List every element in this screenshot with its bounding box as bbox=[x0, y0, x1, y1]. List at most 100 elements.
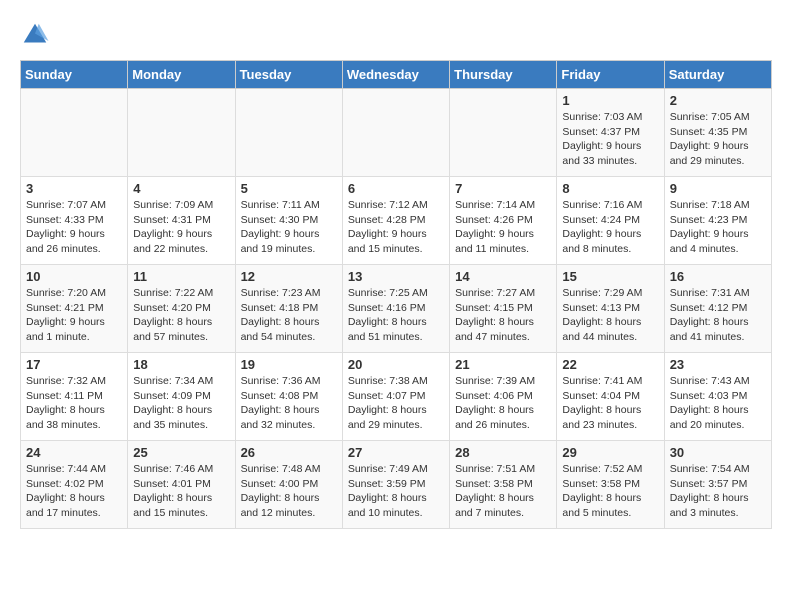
day-number: 24 bbox=[26, 445, 122, 460]
day-number: 26 bbox=[241, 445, 337, 460]
page-header bbox=[20, 20, 772, 50]
day-number: 1 bbox=[562, 93, 658, 108]
weekday-header: Sunday bbox=[21, 61, 128, 89]
day-info: Sunrise: 7:22 AM Sunset: 4:20 PM Dayligh… bbox=[133, 286, 229, 345]
day-info: Sunrise: 7:48 AM Sunset: 4:00 PM Dayligh… bbox=[241, 462, 337, 521]
calendar-cell: 13 Sunrise: 7:25 AM Sunset: 4:16 PM Dayli… bbox=[342, 265, 449, 353]
day-info: Sunrise: 7:07 AM Sunset: 4:33 PM Dayligh… bbox=[26, 198, 122, 257]
day-info: Sunrise: 7:11 AM Sunset: 4:30 PM Dayligh… bbox=[241, 198, 337, 257]
day-number: 23 bbox=[670, 357, 766, 372]
calendar-cell: 23 Sunrise: 7:43 AM Sunset: 4:03 PM Dayli… bbox=[664, 353, 771, 441]
day-number: 18 bbox=[133, 357, 229, 372]
calendar-cell: 10 Sunrise: 7:20 AM Sunset: 4:21 PM Dayli… bbox=[21, 265, 128, 353]
day-info: Sunrise: 7:44 AM Sunset: 4:02 PM Dayligh… bbox=[26, 462, 122, 521]
day-info: Sunrise: 7:23 AM Sunset: 4:18 PM Dayligh… bbox=[241, 286, 337, 345]
day-number: 22 bbox=[562, 357, 658, 372]
day-info: Sunrise: 7:41 AM Sunset: 4:04 PM Dayligh… bbox=[562, 374, 658, 433]
calendar-cell bbox=[342, 89, 449, 177]
day-number: 16 bbox=[670, 269, 766, 284]
calendar-cell: 28 Sunrise: 7:51 AM Sunset: 3:58 PM Dayli… bbox=[450, 441, 557, 529]
calendar-cell bbox=[21, 89, 128, 177]
day-info: Sunrise: 7:03 AM Sunset: 4:37 PM Dayligh… bbox=[562, 110, 658, 169]
day-info: Sunrise: 7:29 AM Sunset: 4:13 PM Dayligh… bbox=[562, 286, 658, 345]
day-info: Sunrise: 7:27 AM Sunset: 4:15 PM Dayligh… bbox=[455, 286, 551, 345]
day-number: 6 bbox=[348, 181, 444, 196]
calendar-week-row: 17Sunrise: 7:32 AM Sunset: 4:11 PM Dayli… bbox=[21, 353, 772, 441]
weekday-header: Friday bbox=[557, 61, 664, 89]
day-info: Sunrise: 7:32 AM Sunset: 4:11 PM Dayligh… bbox=[26, 374, 122, 433]
weekday-header: Saturday bbox=[664, 61, 771, 89]
calendar-cell: 20Sunrise: 7:38 AM Sunset: 4:07 PM Dayli… bbox=[342, 353, 449, 441]
calendar-week-row: 24 Sunrise: 7:44 AM Sunset: 4:02 PM Dayli… bbox=[21, 441, 772, 529]
day-number: 27 bbox=[348, 445, 444, 460]
day-number: 8 bbox=[562, 181, 658, 196]
calendar-cell: 27 Sunrise: 7:49 AM Sunset: 3:59 PM Dayli… bbox=[342, 441, 449, 529]
calendar-cell: 26 Sunrise: 7:48 AM Sunset: 4:00 PM Dayli… bbox=[235, 441, 342, 529]
calendar-cell: 6 Sunrise: 7:12 AM Sunset: 4:28 PM Daylig… bbox=[342, 177, 449, 265]
day-info: Sunrise: 7:25 AM Sunset: 4:16 PM Dayligh… bbox=[348, 286, 444, 345]
calendar-cell: 25 Sunrise: 7:46 AM Sunset: 4:01 PM Dayli… bbox=[128, 441, 235, 529]
calendar-cell: 18 Sunrise: 7:34 AM Sunset: 4:09 PM Dayli… bbox=[128, 353, 235, 441]
day-info: Sunrise: 7:46 AM Sunset: 4:01 PM Dayligh… bbox=[133, 462, 229, 521]
day-info: Sunrise: 7:12 AM Sunset: 4:28 PM Dayligh… bbox=[348, 198, 444, 257]
day-info: Sunrise: 7:54 AM Sunset: 3:57 PM Dayligh… bbox=[670, 462, 766, 521]
weekday-header: Monday bbox=[128, 61, 235, 89]
day-info: Sunrise: 7:34 AM Sunset: 4:09 PM Dayligh… bbox=[133, 374, 229, 433]
calendar-cell: 30 Sunrise: 7:54 AM Sunset: 3:57 PM Dayli… bbox=[664, 441, 771, 529]
day-info: Sunrise: 7:14 AM Sunset: 4:26 PM Dayligh… bbox=[455, 198, 551, 257]
day-number: 20 bbox=[348, 357, 444, 372]
calendar: SundayMondayTuesdayWednesdayThursdayFrid… bbox=[20, 60, 772, 529]
day-info: Sunrise: 7:51 AM Sunset: 3:58 PM Dayligh… bbox=[455, 462, 551, 521]
day-info: Sunrise: 7:52 AM Sunset: 3:58 PM Dayligh… bbox=[562, 462, 658, 521]
calendar-cell: 22 Sunrise: 7:41 AM Sunset: 4:04 PM Dayli… bbox=[557, 353, 664, 441]
day-number: 5 bbox=[241, 181, 337, 196]
calendar-cell: 19Sunrise: 7:36 AM Sunset: 4:08 PM Dayli… bbox=[235, 353, 342, 441]
day-number: 7 bbox=[455, 181, 551, 196]
day-info: Sunrise: 7:31 AM Sunset: 4:12 PM Dayligh… bbox=[670, 286, 766, 345]
day-number: 10 bbox=[26, 269, 122, 284]
day-info: Sunrise: 7:20 AM Sunset: 4:21 PM Dayligh… bbox=[26, 286, 122, 345]
calendar-week-row: 3 Sunrise: 7:07 AM Sunset: 4:33 PM Daylig… bbox=[21, 177, 772, 265]
calendar-cell: 7 Sunrise: 7:14 AM Sunset: 4:26 PM Daylig… bbox=[450, 177, 557, 265]
day-info: Sunrise: 7:09 AM Sunset: 4:31 PM Dayligh… bbox=[133, 198, 229, 257]
calendar-cell: 11 Sunrise: 7:22 AM Sunset: 4:20 PM Dayli… bbox=[128, 265, 235, 353]
day-info: Sunrise: 7:18 AM Sunset: 4:23 PM Dayligh… bbox=[670, 198, 766, 257]
day-number: 21 bbox=[455, 357, 551, 372]
day-number: 2 bbox=[670, 93, 766, 108]
calendar-cell: 2Sunrise: 7:05 AM Sunset: 4:35 PM Daylig… bbox=[664, 89, 771, 177]
day-number: 13 bbox=[348, 269, 444, 284]
calendar-cell: 12 Sunrise: 7:23 AM Sunset: 4:18 PM Dayli… bbox=[235, 265, 342, 353]
day-number: 14 bbox=[455, 269, 551, 284]
weekday-header: Tuesday bbox=[235, 61, 342, 89]
calendar-cell: 24 Sunrise: 7:44 AM Sunset: 4:02 PM Dayli… bbox=[21, 441, 128, 529]
weekday-header: Wednesday bbox=[342, 61, 449, 89]
day-number: 3 bbox=[26, 181, 122, 196]
day-info: Sunrise: 7:39 AM Sunset: 4:06 PM Dayligh… bbox=[455, 374, 551, 433]
day-number: 30 bbox=[670, 445, 766, 460]
day-info: Sunrise: 7:49 AM Sunset: 3:59 PM Dayligh… bbox=[348, 462, 444, 521]
day-info: Sunrise: 7:43 AM Sunset: 4:03 PM Dayligh… bbox=[670, 374, 766, 433]
calendar-cell: 29 Sunrise: 7:52 AM Sunset: 3:58 PM Dayli… bbox=[557, 441, 664, 529]
calendar-cell: 16 Sunrise: 7:31 AM Sunset: 4:12 PM Dayli… bbox=[664, 265, 771, 353]
day-number: 9 bbox=[670, 181, 766, 196]
calendar-cell: 1 Sunrise: 7:03 AM Sunset: 4:37 PM Daylig… bbox=[557, 89, 664, 177]
calendar-cell: 4Sunrise: 7:09 AM Sunset: 4:31 PM Daylig… bbox=[128, 177, 235, 265]
logo bbox=[20, 20, 52, 50]
day-info: Sunrise: 7:36 AM Sunset: 4:08 PM Dayligh… bbox=[241, 374, 337, 433]
calendar-cell: 3 Sunrise: 7:07 AM Sunset: 4:33 PM Daylig… bbox=[21, 177, 128, 265]
calendar-cell: 15 Sunrise: 7:29 AM Sunset: 4:13 PM Dayli… bbox=[557, 265, 664, 353]
calendar-header-row: SundayMondayTuesdayWednesdayThursdayFrid… bbox=[21, 61, 772, 89]
day-number: 29 bbox=[562, 445, 658, 460]
day-number: 28 bbox=[455, 445, 551, 460]
calendar-cell: 17Sunrise: 7:32 AM Sunset: 4:11 PM Dayli… bbox=[21, 353, 128, 441]
calendar-cell bbox=[128, 89, 235, 177]
day-number: 25 bbox=[133, 445, 229, 460]
calendar-cell bbox=[450, 89, 557, 177]
calendar-cell: 14 Sunrise: 7:27 AM Sunset: 4:15 PM Dayli… bbox=[450, 265, 557, 353]
calendar-cell bbox=[235, 89, 342, 177]
calendar-cell: 9 Sunrise: 7:18 AM Sunset: 4:23 PM Daylig… bbox=[664, 177, 771, 265]
day-number: 15 bbox=[562, 269, 658, 284]
calendar-week-row: 10 Sunrise: 7:20 AM Sunset: 4:21 PM Dayli… bbox=[21, 265, 772, 353]
day-number: 11 bbox=[133, 269, 229, 284]
day-number: 12 bbox=[241, 269, 337, 284]
